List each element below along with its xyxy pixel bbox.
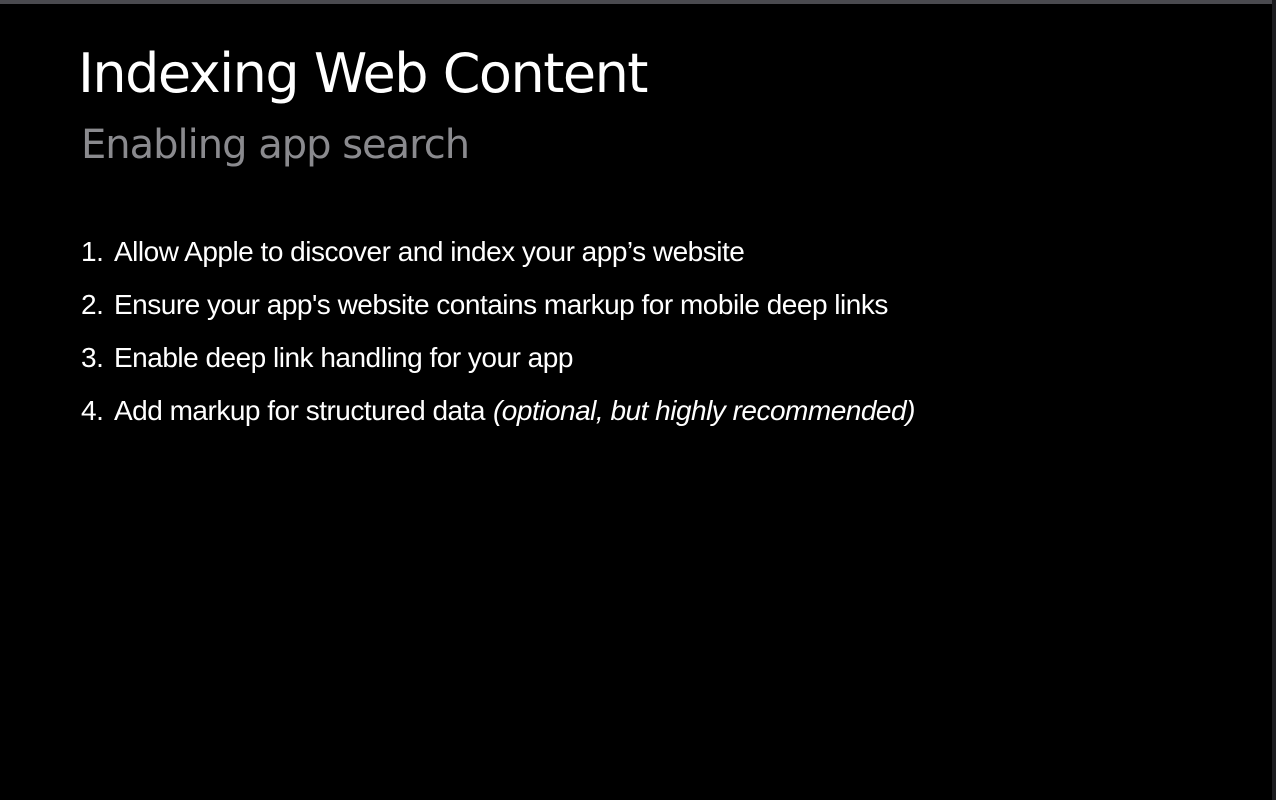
slide-subtitle: Enabling app search [81,122,470,168]
slide-title: Indexing Web Content [78,42,648,105]
step-item: 4. Add markup for structured data (optio… [81,395,915,448]
step-text: Ensure your app's website contains marku… [114,289,888,320]
step-text: Enable deep link handling for your app [114,342,573,373]
step-item: 2. Ensure your app's website contains ma… [81,289,915,342]
step-number: 2. [81,289,104,320]
steps-list: 1. Allow Apple to discover and index you… [81,236,915,448]
step-text: Allow Apple to discover and index your a… [114,236,745,267]
step-item: 1. Allow Apple to discover and index you… [81,236,915,289]
presentation-window: Indexing Web Content Enabling app search… [0,0,1276,800]
step-optional-note: (optional, but highly recommended) [492,395,915,426]
step-number: 4. [81,395,104,426]
step-text: Add markup for structured data [114,395,485,426]
slide: Indexing Web Content Enabling app search… [0,4,1272,800]
step-number: 3. [81,342,104,373]
step-item: 3. Enable deep link handling for your ap… [81,342,915,395]
step-number: 1. [81,236,104,267]
window-right-border [1272,0,1276,800]
